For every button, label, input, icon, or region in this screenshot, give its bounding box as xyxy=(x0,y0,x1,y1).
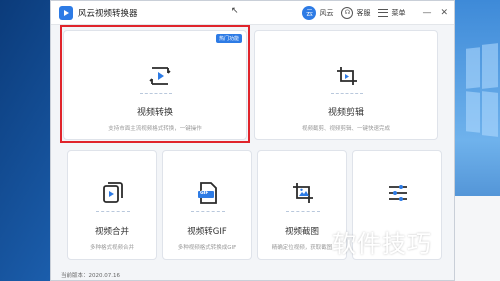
card-title: 视频合并 xyxy=(94,227,129,237)
video-stack-icon xyxy=(103,182,123,203)
user-name[interactable]: 风云 xyxy=(319,8,333,18)
title-bar: 风云视频转换器 ↖ 云 风云 ☊ 客服 菜单 — ✕ xyxy=(51,1,454,25)
title-bar-actions: 云 风云 ☊ 客服 菜单 — ✕ xyxy=(302,1,454,24)
watermark-text: 软件技巧 xyxy=(332,230,432,258)
divider xyxy=(191,211,225,212)
card-title: 视频转GIF xyxy=(187,227,227,237)
app-title: 风云视频转换器 xyxy=(78,8,138,19)
card-description: 视频截剪、视频剪辑、一键快速完成 xyxy=(301,126,390,132)
close-button[interactable]: ✕ xyxy=(440,8,448,18)
video-to-gif-card[interactable]: GIF 视频转GIF 多种视频格式转换成GIF xyxy=(162,150,252,260)
minimize-button[interactable]: — xyxy=(422,8,431,18)
divider xyxy=(140,93,172,94)
version-label: 当前版本：2020.07.16 xyxy=(61,273,120,279)
card-title: 视频剪辑 xyxy=(327,108,364,118)
video-play-icon xyxy=(149,67,171,85)
card-description: 支持市面主流视频格式转换，一键操作 xyxy=(108,126,202,132)
gif-label: GIF xyxy=(200,191,209,196)
card-description: 多种视频格式转换成GIF xyxy=(177,245,237,251)
card-title: 视频转换 xyxy=(136,108,173,118)
desktop-panel xyxy=(455,196,500,281)
windows-logo-icon xyxy=(460,40,500,150)
customer-service-button[interactable]: 客服 xyxy=(356,8,370,18)
crop-icon xyxy=(337,67,357,85)
mouse-cursor-icon: ↖ xyxy=(231,6,239,16)
menu-icon[interactable] xyxy=(378,8,389,17)
sliders-icon xyxy=(389,185,407,201)
image-crop-icon xyxy=(293,183,313,203)
divider xyxy=(96,211,130,212)
hot-feature-badge: 热门功能 xyxy=(215,34,242,43)
video-edit-card[interactable]: 视频剪辑 视频截剪、视频剪辑、一键快速完成 xyxy=(254,30,438,140)
divider xyxy=(331,93,363,94)
divider xyxy=(286,211,320,212)
card-description: 多种格式视频合并 xyxy=(89,245,134,251)
video-convert-card[interactable]: 热门功能 视频转换 支持市面主流视频格式转换，一键操作 xyxy=(63,30,247,140)
user-avatar[interactable]: 云 xyxy=(302,5,317,20)
menu-button[interactable]: 菜单 xyxy=(391,8,405,18)
video-merge-card[interactable]: 视频合并 多种格式视频合并 xyxy=(67,150,157,260)
app-logo-icon xyxy=(59,5,73,20)
headset-icon[interactable]: ☊ xyxy=(341,6,354,19)
